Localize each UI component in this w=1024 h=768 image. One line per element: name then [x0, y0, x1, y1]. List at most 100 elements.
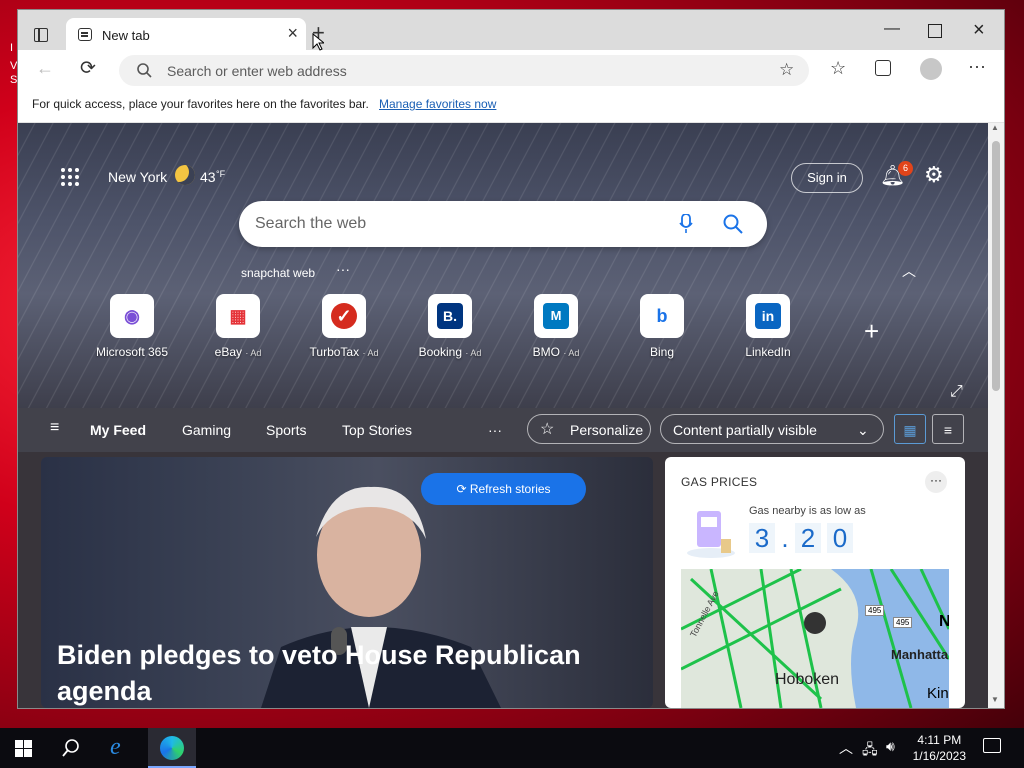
gas-pump-icon [687, 511, 735, 558]
favorites-icon[interactable]: ☆ [830, 58, 846, 79]
map-highway-shield: 495 [893, 617, 913, 628]
scroll-up-icon[interactable]: ▲ [991, 123, 999, 132]
page-scrollbar[interactable]: ▲ ▼ [988, 123, 1004, 708]
web-search-box[interactable]: Search the web [239, 201, 767, 247]
quick-link[interactable]: B. Booking · Ad [400, 294, 500, 359]
quick-link-label: Booking [418, 345, 462, 359]
browser-window: New tab × + — × ← ⟳ Search or enter web … [18, 10, 1004, 708]
content-visibility-dropdown[interactable]: Content partially visible ⌄ [660, 414, 884, 444]
widget-more-icon[interactable]: ··· [925, 471, 947, 493]
tab-new-tab[interactable]: New tab × [66, 18, 306, 52]
map-label-kin: Kin [927, 685, 949, 702]
personalize-button[interactable]: ☆ Personalize [527, 414, 651, 444]
notification-center-icon[interactable] [983, 738, 1001, 753]
collections-icon[interactable] [875, 60, 891, 76]
ebay-icon: ▦ [216, 294, 260, 338]
edge-taskbar-button[interactable] [148, 728, 196, 768]
web-search-placeholder: Search the web [255, 215, 367, 232]
weather-unit: °F [216, 169, 226, 179]
quick-link-label: Microsoft 365 [95, 345, 169, 359]
edge-icon [160, 736, 184, 760]
collapse-chevron-icon[interactable]: ︿ [902, 261, 916, 281]
desktop-icon-label: V [10, 60, 18, 72]
quick-link[interactable]: ◉ Microsoft 365 [82, 294, 182, 359]
tab-sports[interactable]: Sports [266, 422, 306, 438]
volume-icon[interactable]: 🔊︎ [886, 738, 895, 755]
close-tab-icon[interactable]: × [287, 24, 298, 42]
toolbar: ← ⟳ Search or enter web address ☆ ☆ ··· [18, 50, 1004, 90]
traffic-map[interactable]: Tonnelle Ave Hoboken Manhatta 495 495 N … [681, 569, 949, 708]
microsoft-365-icon: ◉ [110, 294, 154, 338]
feed-nav: ≡ My Feed Gaming Sports Top Stories ··· … [18, 408, 988, 452]
quick-link[interactable]: ▦ eBay · Ad [188, 294, 288, 359]
minimize-icon[interactable]: — [884, 20, 900, 38]
taskbar: e ︿ 🖧︎ 🔊︎ 4:11 PM 1/16/2023 [0, 728, 1024, 768]
quick-link[interactable]: ✓ TurboTax · Ad [294, 294, 394, 359]
show-hidden-icons-icon[interactable]: ︿ [839, 738, 853, 758]
list-view-icon[interactable]: ≡ [932, 414, 964, 444]
personalize-label: Personalize [570, 422, 644, 438]
address-placeholder: Search or enter web address [167, 63, 347, 79]
expand-background-icon[interactable]: ⤢ [950, 383, 963, 401]
quick-link[interactable]: b Bing [612, 294, 712, 359]
scrollbar-thumb[interactable] [992, 141, 1000, 391]
settings-gear-icon[interactable]: ⚙ [924, 162, 944, 188]
microphone-icon[interactable] [679, 214, 693, 234]
story-headline[interactable]: Biden pledges to veto House Republican a… [57, 637, 617, 708]
search-icon [137, 63, 152, 78]
desktop-icon-label: S [10, 74, 18, 86]
gas-price: 3 . 2 0 [749, 523, 853, 553]
tab-actions-icon[interactable] [34, 28, 48, 42]
refresh-stories-label: Refresh stories [469, 482, 551, 496]
quick-link-label: TurboTax [309, 345, 360, 359]
refresh-icon[interactable]: ⟳ [80, 57, 96, 80]
search-submit-icon[interactable] [723, 214, 743, 234]
network-icon[interactable]: 🖧︎ [862, 739, 878, 763]
tab-my-feed[interactable]: My Feed [90, 422, 146, 438]
weather-location[interactable]: New York [108, 169, 167, 185]
address-bar[interactable]: Search or enter web address ☆ [119, 55, 809, 86]
grid-view-icon[interactable]: ▦ [894, 414, 926, 444]
personalize-icon: ☆ [540, 421, 555, 438]
favorites-bar: For quick access, place your favorites h… [18, 90, 1004, 123]
quick-link[interactable]: in LinkedIn [718, 294, 818, 359]
profile-avatar[interactable] [920, 58, 942, 80]
refresh-stories-button[interactable]: ⟳ Refresh stories [421, 473, 586, 505]
suggestion-more-icon[interactable]: ··· [336, 261, 350, 277]
bmo-icon: M [534, 294, 578, 338]
windows-start-icon[interactable] [15, 740, 32, 757]
back-icon[interactable]: ← [36, 58, 54, 79]
tab-gaming[interactable]: Gaming [182, 422, 231, 438]
ad-badge: · Ad [362, 348, 379, 358]
quick-link[interactable]: M BMO · Ad [506, 294, 606, 359]
map-highway-shield: 495 [865, 605, 885, 616]
tab-top-stories[interactable]: Top Stories [342, 422, 412, 438]
refresh-icon: ⟳ [456, 482, 467, 496]
gas-subtitle: Gas nearby is as low as [749, 505, 866, 517]
top-story-card[interactable]: ⟳ Refresh stories Biden pledges to veto … [41, 457, 653, 708]
search-icon[interactable] [62, 739, 80, 757]
map-label-manhattan: Manhatta [891, 647, 949, 662]
sign-in-button[interactable]: Sign in [791, 163, 863, 193]
add-quick-link-icon[interactable]: + [864, 316, 879, 347]
internet-explorer-icon[interactable]: e [110, 734, 121, 761]
ad-badge: · Ad [245, 348, 262, 358]
turbotax-icon: ✓ [322, 294, 366, 338]
ad-badge: · Ad [563, 348, 580, 358]
search-suggestion[interactable]: snapchat web [241, 266, 315, 280]
chevron-down-icon: ⌄ [857, 422, 869, 438]
manage-favorites-link[interactable]: Manage favorites now [379, 97, 496, 111]
add-favorite-icon[interactable]: ☆ [779, 60, 794, 80]
scroll-down-icon[interactable]: ▼ [991, 695, 999, 704]
menu-hamburger-icon[interactable]: ≡ [50, 419, 59, 437]
more-tabs-icon[interactable]: ··· [488, 422, 502, 438]
maximize-icon[interactable] [928, 24, 942, 38]
mouse-cursor-icon [312, 33, 324, 51]
tab-title: New tab [102, 28, 150, 43]
quick-link-label: Bing [649, 345, 675, 359]
close-window-icon[interactable]: × [973, 19, 985, 42]
price-digit: 3 [749, 523, 775, 553]
more-options-icon[interactable]: ··· [968, 56, 986, 77]
system-clock[interactable]: 4:11 PM 1/16/2023 [913, 732, 966, 764]
apps-launcher-icon[interactable] [60, 167, 80, 187]
